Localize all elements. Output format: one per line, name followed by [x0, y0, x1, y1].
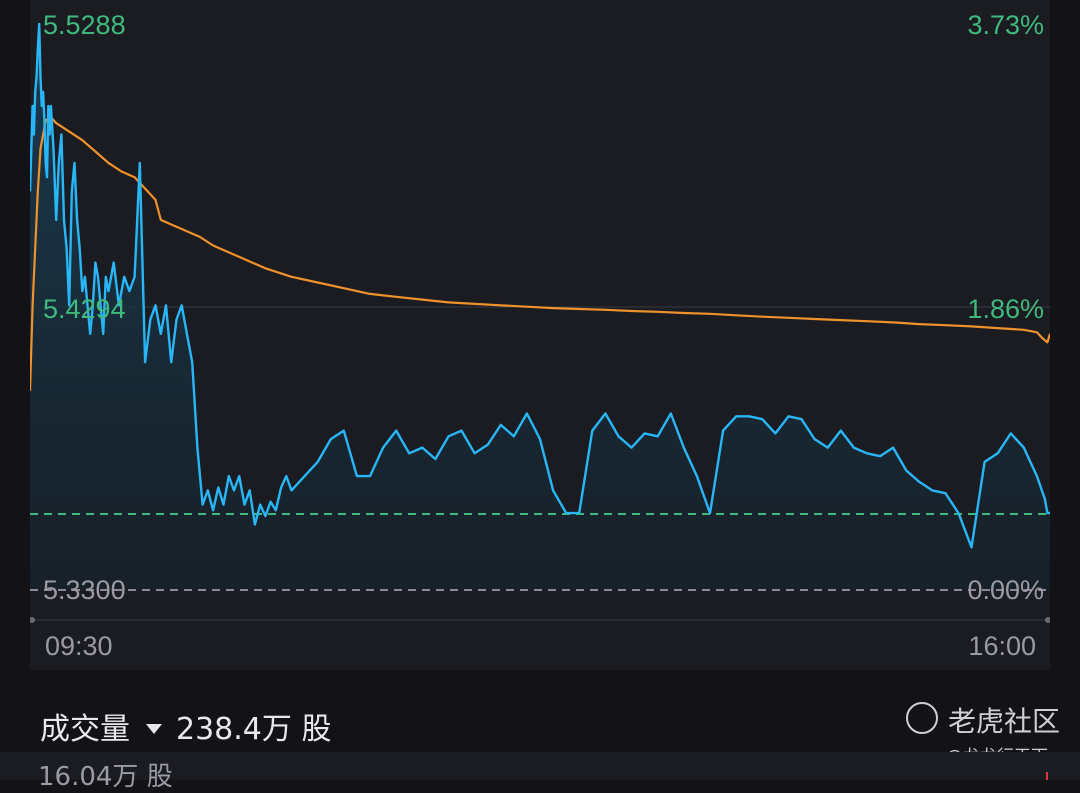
price-high-label: 5.5288	[43, 10, 126, 40]
caret-down-icon[interactable]	[146, 723, 162, 734]
intraday-chart-panel[interactable]: 5.5288 3.73% 5.4294 1.86% 5.3300 0.00% 0…	[30, 0, 1050, 670]
time-start-label: 09:30	[45, 631, 113, 661]
volume-title: 成交量	[40, 712, 130, 747]
percent-mid-label: 1.86%	[967, 294, 1044, 324]
percent-high-label: 3.73%	[967, 10, 1044, 40]
volume-max-label: 16.04万 股	[38, 762, 173, 792]
volume-unit: 股	[301, 712, 332, 747]
x-axis-end-dot	[1045, 617, 1050, 623]
volume-chart-strip: 16.04万 股	[0, 752, 1080, 792]
volume-tick-mark	[1046, 772, 1048, 780]
x-axis-start-dot	[30, 617, 35, 623]
price-mid-label: 5.4294	[43, 294, 126, 324]
time-end-label: 16:00	[968, 631, 1036, 661]
volume-selector[interactable]: 成交量 238.4万 股	[40, 704, 331, 748]
intraday-chart[interactable]	[30, 0, 1050, 670]
percent-low-label: 0.00%	[967, 575, 1044, 605]
watermark-name: 老虎社区	[948, 705, 1061, 738]
price-low-label: 5.3300	[43, 575, 126, 605]
volume-value: 238.4万	[176, 712, 292, 747]
tiger-logo-icon	[906, 702, 938, 734]
